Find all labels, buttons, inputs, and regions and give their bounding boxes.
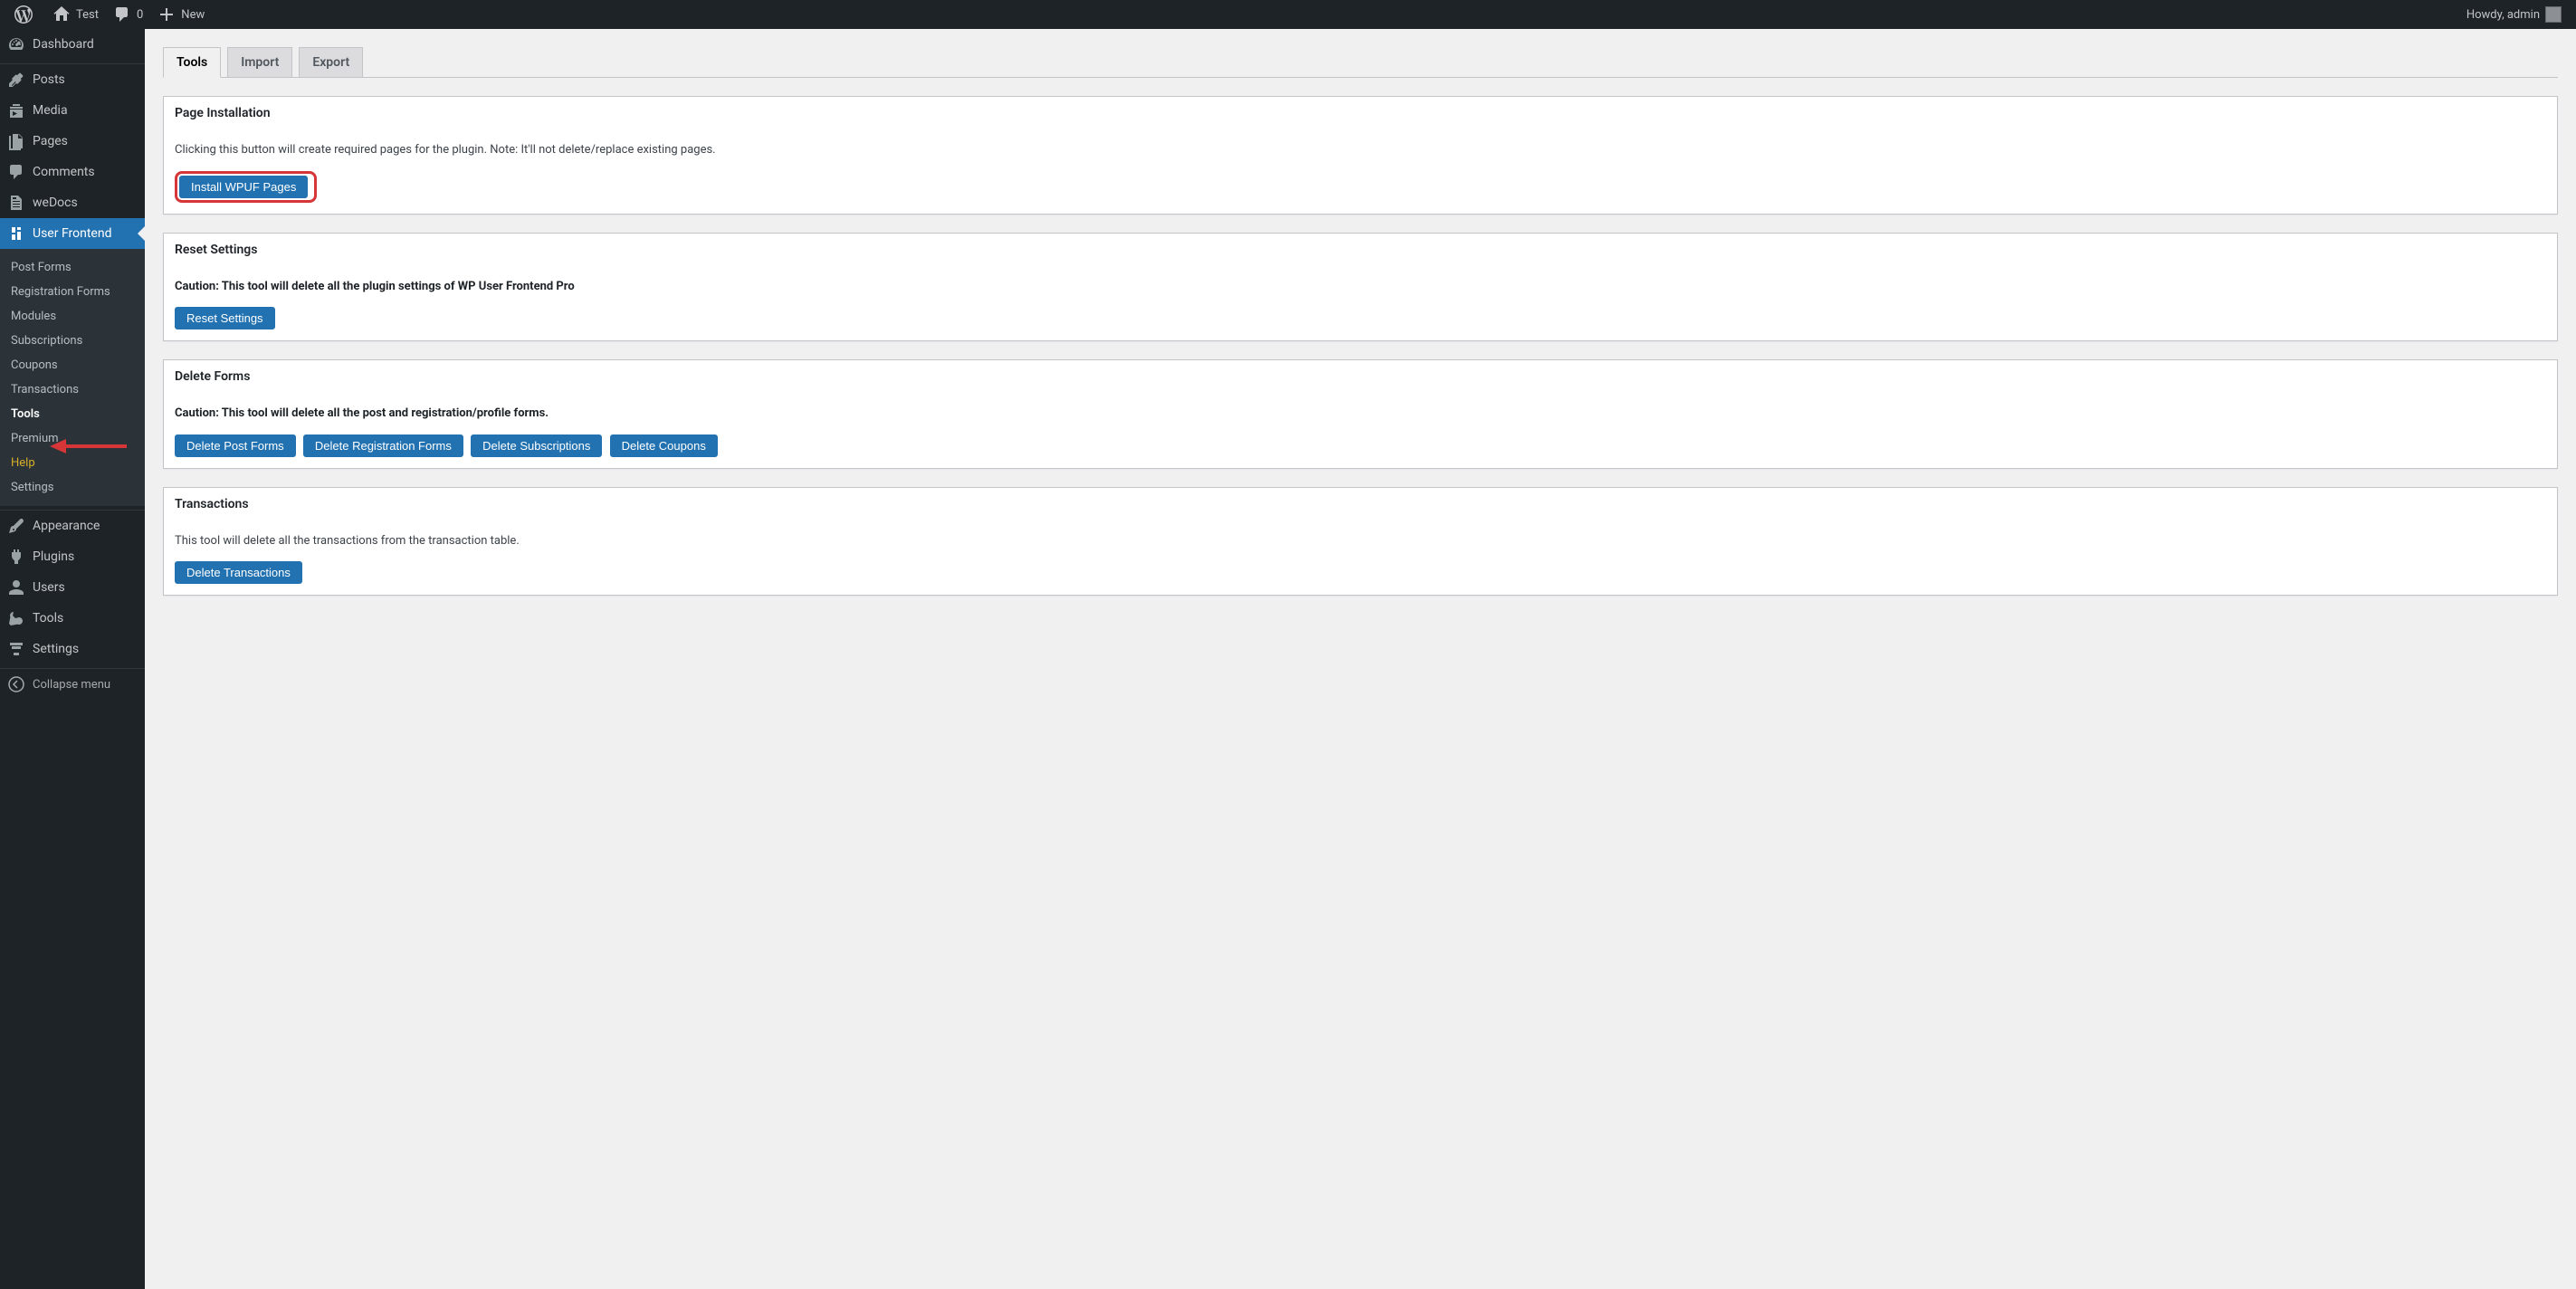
site-name: Test (76, 8, 99, 22)
menu-wedocs[interactable]: weDocs (0, 187, 145, 218)
submenu-coupons[interactable]: Coupons (0, 353, 145, 377)
collapse-icon (7, 675, 25, 693)
avatar (2545, 6, 2562, 23)
section-title: Page Installation (164, 97, 2557, 129)
menu-plugins[interactable]: Plugins (0, 541, 145, 572)
settings-icon (7, 640, 25, 658)
pin-icon (7, 71, 25, 89)
reset-settings-button[interactable]: Reset Settings (175, 307, 275, 329)
menu-comments[interactable]: Comments (0, 157, 145, 187)
menu-media[interactable]: Media (0, 95, 145, 126)
new-label: New (181, 8, 205, 22)
menu-appearance[interactable]: Appearance (0, 511, 145, 541)
submenu-premium[interactable]: Premium (0, 426, 145, 451)
nav-tabs: Tools Import Export (163, 47, 2558, 78)
section-title: Reset Settings (164, 234, 2557, 266)
wp-logo[interactable] (7, 0, 45, 29)
section-reset-settings: Reset Settings Caution: This tool will d… (163, 233, 2558, 342)
menu-label: Tools (33, 611, 63, 625)
section-title: Delete Forms (164, 360, 2557, 393)
menu-label: Users (33, 580, 65, 595)
menu-user-frontend[interactable]: User Frontend (0, 218, 145, 249)
menu-label: weDocs (33, 196, 78, 210)
menu-label: Comments (33, 165, 95, 179)
highlight-annotation: Install WPUF Pages (175, 171, 317, 203)
section-delete-forms: Delete Forms Caution: This tool will del… (163, 359, 2558, 469)
content-area: Tools Import Export Page Installation Cl… (145, 0, 2576, 596)
plus-icon (157, 5, 176, 24)
submenu-subscriptions[interactable]: Subscriptions (0, 329, 145, 353)
media-icon (7, 101, 25, 119)
menu-posts[interactable]: Posts (0, 64, 145, 95)
menu-label: User Frontend (33, 226, 111, 241)
section-title: Transactions (164, 488, 2557, 520)
install-wpuf-pages-button[interactable]: Install WPUF Pages (179, 176, 308, 198)
submenu-user-frontend: Post Forms Registration Forms Modules Su… (0, 249, 145, 506)
menu-label: Dashboard (33, 37, 94, 52)
comments-link[interactable]: 0 (106, 0, 150, 29)
section-description: This tool will delete all the transactio… (175, 532, 2546, 550)
tab-tools[interactable]: Tools (163, 47, 221, 78)
submenu-post-forms[interactable]: Post Forms (0, 255, 145, 280)
my-account-link[interactable]: Howdy, admin (2459, 0, 2569, 29)
menu-label: Appearance (33, 519, 100, 533)
submenu-help[interactable]: Help (0, 451, 145, 475)
menu-pages[interactable]: Pages (0, 126, 145, 157)
dashboard-icon (7, 35, 25, 53)
plugins-icon (7, 548, 25, 566)
menu-label: Pages (33, 134, 68, 148)
user-frontend-icon (7, 224, 25, 243)
tools-icon (7, 609, 25, 627)
delete-registration-forms-button[interactable]: Delete Registration Forms (303, 434, 463, 457)
pages-icon (7, 132, 25, 150)
menu-dashboard[interactable]: Dashboard (0, 29, 145, 60)
comments-count: 0 (137, 8, 143, 22)
tab-import[interactable]: Import (227, 47, 292, 77)
menu-tools[interactable]: Tools (0, 603, 145, 634)
section-description: Caution: This tool will delete all the p… (175, 406, 549, 420)
tab-export[interactable]: Export (299, 47, 363, 77)
home-icon (52, 5, 71, 24)
menu-label: Posts (33, 72, 65, 87)
comment-icon (113, 5, 131, 24)
new-content-link[interactable]: New (150, 0, 212, 29)
menu-label: Media (33, 103, 68, 118)
comment-icon (7, 163, 25, 181)
submenu-tools[interactable]: Tools (0, 402, 145, 426)
menu-label: Plugins (33, 549, 74, 564)
wordpress-icon (14, 5, 33, 24)
submenu-transactions[interactable]: Transactions (0, 377, 145, 402)
admin-menu: Dashboard Posts Media Pages Comments weD… (0, 29, 145, 1289)
collapse-menu[interactable]: Collapse menu (0, 669, 145, 700)
menu-settings[interactable]: Settings (0, 634, 145, 664)
delete-post-forms-button[interactable]: Delete Post Forms (175, 434, 296, 457)
appearance-icon (7, 517, 25, 535)
users-icon (7, 578, 25, 597)
menu-users[interactable]: Users (0, 572, 145, 603)
section-transactions: Transactions This tool will delete all t… (163, 487, 2558, 597)
submenu-settings[interactable]: Settings (0, 475, 145, 500)
document-icon (7, 194, 25, 212)
delete-transactions-button[interactable]: Delete Transactions (175, 561, 302, 584)
submenu-registration-forms[interactable]: Registration Forms (0, 280, 145, 304)
delete-subscriptions-button[interactable]: Delete Subscriptions (471, 434, 602, 457)
section-description: Clicking this button will create require… (175, 141, 2546, 159)
admin-bar: Test 0 New Howdy, admin (0, 0, 2576, 29)
menu-label: Settings (33, 642, 79, 656)
submenu-modules[interactable]: Modules (0, 304, 145, 329)
section-description: Caution: This tool will delete all the p… (175, 280, 575, 293)
howdy-text: Howdy, admin (2466, 8, 2540, 22)
collapse-label: Collapse menu (33, 678, 110, 692)
delete-coupons-button[interactable]: Delete Coupons (610, 434, 718, 457)
site-name-link[interactable]: Test (45, 0, 106, 29)
section-page-installation: Page Installation Clicking this button w… (163, 96, 2558, 215)
